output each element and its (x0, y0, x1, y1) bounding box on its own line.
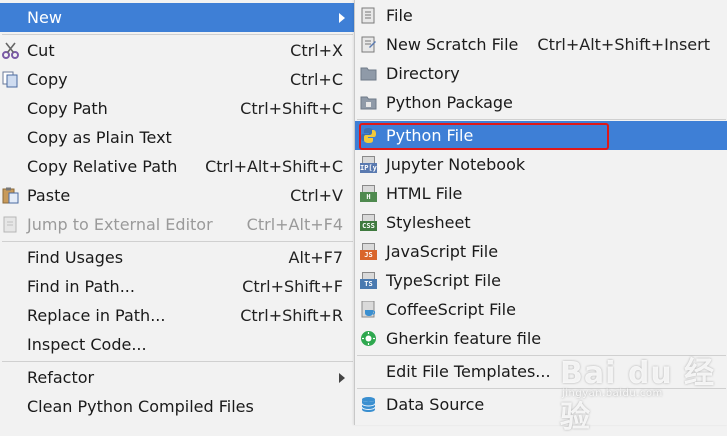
menu-item-label: Refactor (27, 368, 95, 387)
menu-item-new[interactable]: New (0, 3, 355, 32)
watermark-url: jingyan.baidu.com (562, 388, 663, 399)
menu-item-find-usages[interactable]: Find Usages Alt+F7 (0, 243, 355, 272)
menu-item-label: Inspect Code... (27, 335, 147, 354)
menu-item-label: HTML File (386, 184, 463, 203)
shortcut-text: Ctrl+X (290, 41, 343, 60)
menu-item-label: Find in Path... (27, 277, 135, 296)
jupyter-icon: IP[y] (360, 156, 382, 173)
menu-item-label: JavaScript File (386, 242, 499, 261)
submenu-item-directory[interactable]: Directory (355, 59, 727, 88)
paste-icon (2, 187, 19, 204)
menu-item-cut[interactable]: Cut Ctrl+X (0, 36, 355, 65)
scissors-icon (2, 42, 19, 59)
shortcut-text: Ctrl+Shift+R (240, 306, 343, 325)
menu-separator (2, 241, 353, 242)
menu-item-label: Jump to External Editor (27, 215, 213, 234)
menu-item-label: Gherkin feature file (386, 329, 542, 348)
shortcut-text: Ctrl+Alt+Shift+Insert (537, 35, 710, 54)
menu-item-jump-external-editor[interactable]: Jump to External Editor Ctrl+Alt+F4 (0, 210, 355, 239)
menu-item-copy[interactable]: Copy Ctrl+C (0, 65, 355, 94)
menu-item-label: Data Source (386, 395, 485, 414)
menu-item-label: Python Package (386, 93, 513, 112)
menu-item-label: Jupyter Notebook (386, 155, 526, 174)
file-type-badge: JS (360, 250, 377, 260)
typescript-icon: TS (360, 272, 377, 289)
database-icon (360, 396, 377, 413)
submenu-arrow-icon (339, 373, 345, 383)
menu-item-label: Find Usages (27, 248, 124, 267)
submenu-item-javascript-file[interactable]: JS JavaScript File (355, 237, 727, 266)
shortcut-text: Ctrl+Shift+F (242, 277, 343, 296)
copy-icon (2, 71, 19, 88)
submenu-item-jupyter-notebook[interactable]: IP[y] Jupyter Notebook (355, 150, 727, 179)
menu-separator (2, 361, 353, 362)
menu-item-refactor[interactable]: Refactor (0, 363, 355, 392)
file-icon (360, 7, 377, 24)
menu-item-copy-path[interactable]: Copy Path Ctrl+Shift+C (0, 94, 355, 123)
scratch-file-icon (360, 36, 377, 53)
coffeescript-icon (360, 301, 377, 318)
menu-item-label: Stylesheet (386, 213, 471, 232)
javascript-icon: JS (360, 243, 377, 260)
menu-item-replace-in-path[interactable]: Replace in Path... Ctrl+Shift+R (0, 301, 355, 330)
menu-item-label: Directory (386, 64, 460, 83)
shortcut-text: Ctrl+C (289, 70, 343, 89)
submenu-arrow-icon (339, 13, 345, 23)
shortcut-text: Alt+F7 (288, 248, 343, 267)
menu-item-label: CoffeeScript File (386, 300, 516, 319)
folder-icon (360, 65, 377, 82)
menu-item-label: File (386, 6, 413, 25)
submenu-item-file[interactable]: File (355, 1, 727, 30)
shortcut-text: Ctrl+Alt+Shift+C (205, 157, 343, 176)
file-type-badge: IP[y] (360, 163, 382, 173)
menu-item-label: Cut (27, 41, 55, 60)
submenu-item-coffeescript-file[interactable]: CoffeeScript File (355, 295, 727, 324)
submenu-item-python-package[interactable]: Python Package (355, 88, 727, 117)
menu-item-label: Copy as Plain Text (27, 128, 172, 147)
gherkin-icon (360, 330, 377, 347)
context-menu: New Cut Ctrl+X Copy Ctrl+C Copy Path Ctr… (0, 0, 355, 425)
menu-item-copy-relative-path[interactable]: Copy Relative Path Ctrl+Alt+Shift+C (0, 152, 355, 181)
menu-item-label: Copy Path (27, 99, 108, 118)
css-icon: CSS (360, 214, 377, 231)
menu-item-label: Clean Python Compiled Files (27, 397, 254, 416)
file-type-badge: H (360, 192, 377, 202)
submenu-item-html-file[interactable]: H HTML File (355, 179, 727, 208)
annotation-highlight-box (359, 123, 609, 150)
submenu-item-typescript-file[interactable]: TS TypeScript File (355, 266, 727, 295)
menu-item-paste[interactable]: Paste Ctrl+V (0, 181, 355, 210)
menu-separator (2, 34, 353, 35)
menu-item-label: TypeScript File (386, 271, 502, 290)
menu-item-label: Edit File Templates... (386, 362, 551, 381)
menu-separator (357, 119, 726, 120)
menu-item-label: New Scratch File (386, 35, 519, 54)
menu-item-label: Paste (27, 186, 71, 205)
menu-item-inspect-code[interactable]: Inspect Code... (0, 330, 355, 359)
menu-item-copy-plain-text[interactable]: Copy as Plain Text (0, 123, 355, 152)
submenu-item-stylesheet[interactable]: CSS Stylesheet (355, 208, 727, 237)
file-type-badge: TS (360, 279, 377, 289)
html-icon: H (360, 185, 377, 202)
menu-item-label: Copy (27, 70, 68, 89)
shortcut-text: Ctrl+V (290, 186, 343, 205)
menu-item-label: Replace in Path... (27, 306, 166, 325)
menu-item-label: New (27, 8, 62, 27)
menu-item-find-in-path[interactable]: Find in Path... Ctrl+Shift+F (0, 272, 355, 301)
submenu-item-scratch-file[interactable]: New Scratch File Ctrl+Alt+Shift+Insert (355, 30, 727, 59)
external-editor-icon (2, 216, 19, 233)
shortcut-text: Ctrl+Shift+C (240, 99, 343, 118)
menu-item-label: Copy Relative Path (27, 157, 178, 176)
file-type-badge: CSS (360, 221, 377, 231)
baidu-watermark: Bai du 经验 jingyan.baidu.com (560, 348, 720, 435)
menu-item-clean-compiled[interactable]: Clean Python Compiled Files (0, 392, 355, 421)
shortcut-text: Ctrl+Alt+F4 (246, 215, 343, 234)
package-folder-icon (360, 94, 377, 111)
